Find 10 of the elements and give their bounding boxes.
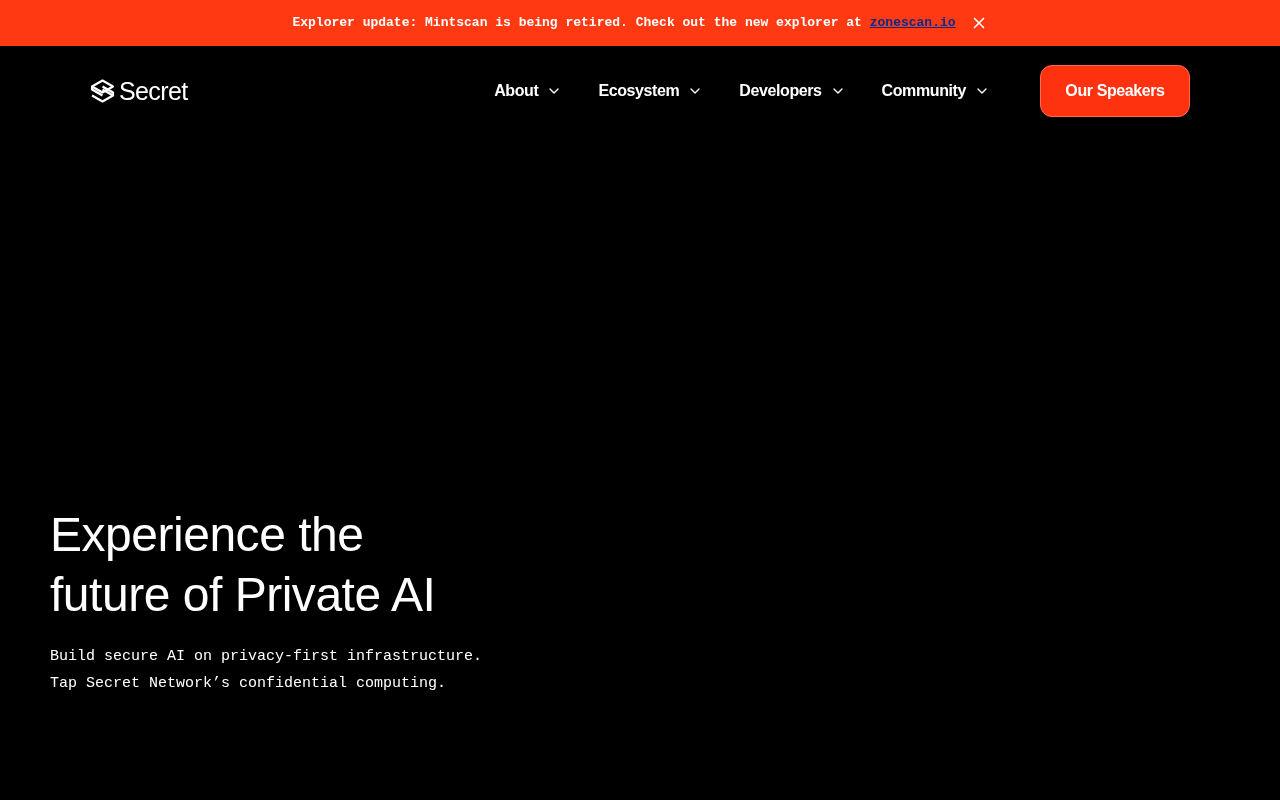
nav-menu-item[interactable]: Ecosystem	[598, 79, 704, 103]
banner-message: Explorer update: Mintscan is being retired. Check out the new explorer at zonescan.io	[292, 14, 956, 33]
cta-button[interactable]: Our Speakers	[1040, 65, 1190, 117]
brand-name: Secret	[119, 78, 188, 104]
nav-menu-item[interactable]: Developers	[739, 79, 846, 103]
nav-menu-item[interactable]: Community	[881, 79, 990, 103]
nav-menu-item[interactable]: About	[494, 79, 563, 103]
hero-subtitle: Build secure AI on privacy-first infrastructure. Tap Secret Network’s confidential computing.	[50, 647, 483, 694]
hero-heading: Experience the future of Private AI	[50, 507, 436, 623]
logo-icon	[90, 79, 115, 103]
